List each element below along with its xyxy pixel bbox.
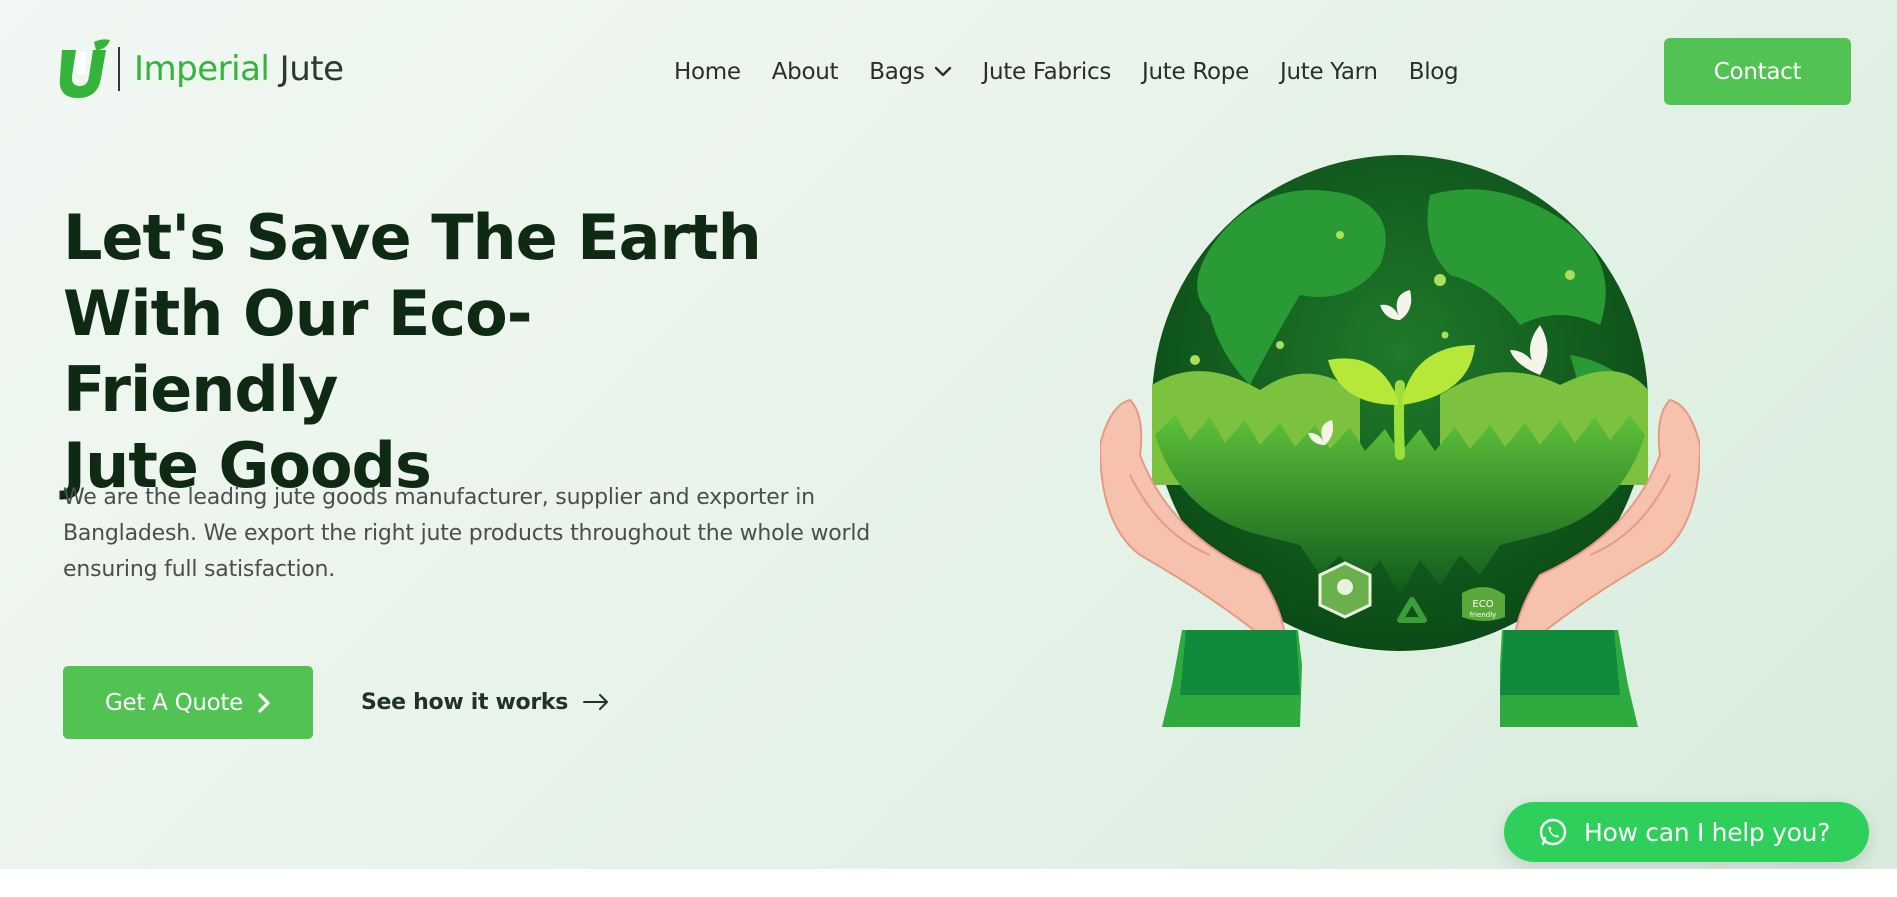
brand-name: Imperial Jute (134, 49, 344, 89)
nav-item-blog[interactable]: Blog (1409, 59, 1459, 85)
chat-label: How can I help you? (1584, 817, 1831, 847)
see-how-label: See how it works (361, 689, 569, 715)
nav-item-label: Blog (1408, 59, 1459, 85)
chevron-down-icon (934, 66, 951, 77)
ij-leaf-logo-icon (59, 39, 110, 98)
nav-item-label: Jute Fabrics (982, 59, 1112, 85)
headline-line: Let's Save The Earth (63, 201, 762, 274)
eco-badge-text: ECO (1472, 599, 1493, 610)
hero-section: Imperial Jute Home About Bags Jute Fabri… (0, 0, 1897, 869)
brand-logo[interactable]: Imperial Jute (56, 34, 344, 104)
nav-item-label: About (771, 59, 839, 85)
hero-description: We are the leading jute goods manufactur… (63, 485, 871, 582)
get-quote-button[interactable]: Get A Quote (63, 666, 313, 739)
nav-item-home[interactable]: Home (674, 59, 741, 85)
nav-item-bags[interactable]: Bags (869, 59, 951, 85)
headline-line: With Our Eco-Friendly (63, 277, 532, 426)
brand-name-part1: Imperial (134, 49, 270, 89)
whatsapp-chat-button[interactable]: How can I help you? (1504, 802, 1869, 862)
see-how-it-works-link[interactable]: See how it works (361, 684, 610, 720)
arrow-right-icon (583, 694, 609, 710)
hands-holding-earth-illustration: ECO friendly (1100, 155, 1700, 727)
chevron-right-icon (258, 692, 270, 713)
nav-item-jute-fabrics[interactable]: Jute Fabrics (983, 59, 1112, 85)
hero-headline: Let's Save The Earth With Our Eco-Friend… (63, 200, 783, 504)
nav-item-about[interactable]: About (772, 59, 839, 85)
nav-item-label: Jute Yarn (1279, 59, 1378, 85)
contact-button[interactable]: Contact (1664, 38, 1851, 105)
nav-item-jute-yarn[interactable]: Jute Yarn (1280, 59, 1378, 85)
whatsapp-icon (1539, 818, 1567, 846)
brand-name-part2: Jute (279, 49, 344, 89)
get-quote-label: Get A Quote (105, 689, 243, 716)
main-nav: Home About Bags Jute Fabrics Jute Rope J… (674, 52, 1459, 92)
eco-badge-subtext: friendly (1470, 611, 1497, 619)
nav-item-label: Bags (869, 59, 925, 85)
nav-item-jute-rope[interactable]: Jute Rope (1142, 59, 1249, 85)
nav-item-label: Home (674, 59, 741, 85)
logo-divider (118, 47, 120, 91)
nav-item-label: Jute Rope (1142, 59, 1249, 85)
page-bottom-strip (0, 869, 1897, 897)
